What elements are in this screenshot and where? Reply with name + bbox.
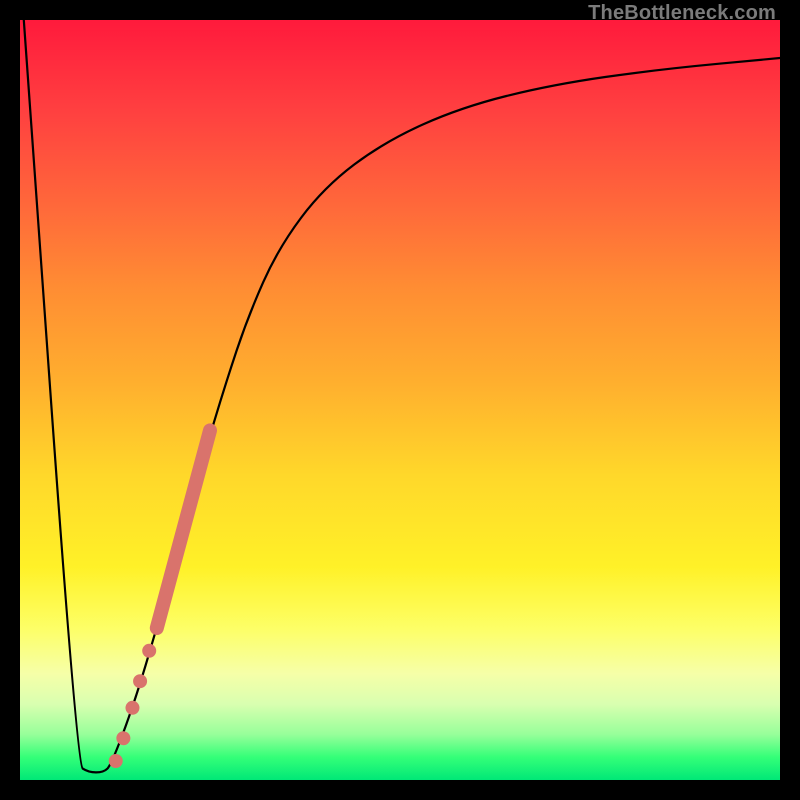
chart-frame: TheBottleneck.com (0, 0, 800, 800)
plot-area (20, 20, 780, 780)
data-dot (125, 701, 139, 715)
data-dot (116, 731, 130, 745)
curve-line (24, 20, 780, 772)
data-dot (109, 754, 123, 768)
chart-svg (20, 20, 780, 780)
data-dot (142, 644, 156, 658)
data-dot (133, 674, 147, 688)
highlight-segment (157, 430, 210, 628)
